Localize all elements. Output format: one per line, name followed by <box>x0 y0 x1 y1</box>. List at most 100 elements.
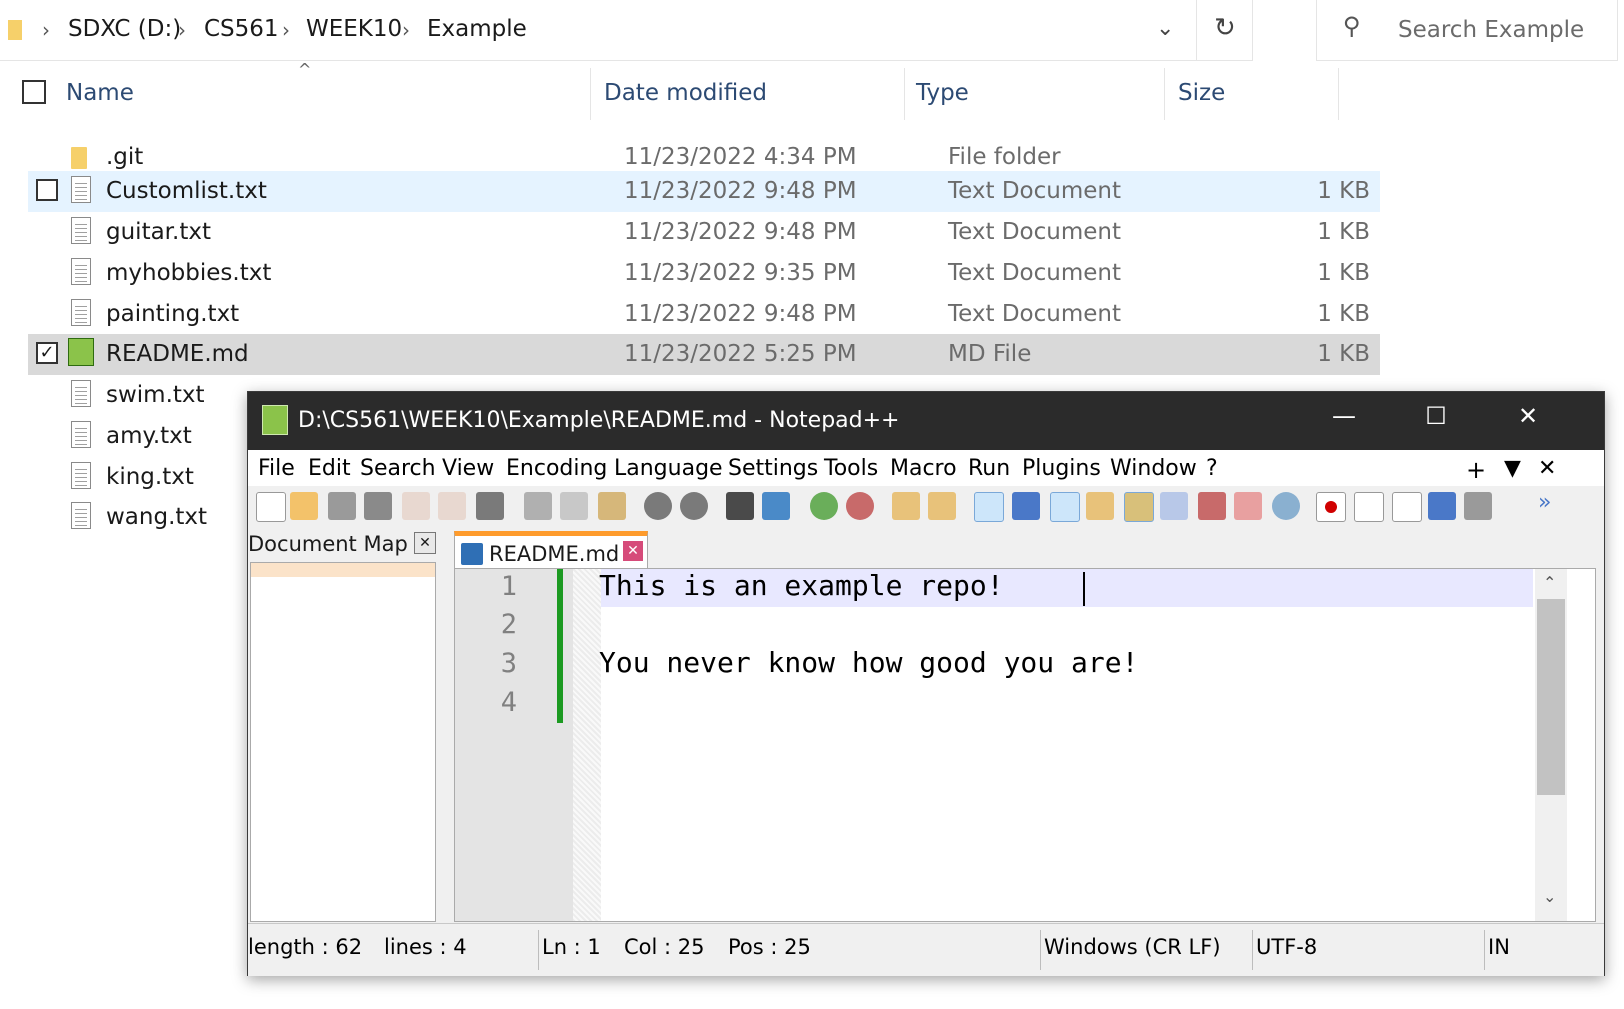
row-checkbox[interactable] <box>36 179 58 201</box>
folder-workspace-icon[interactable] <box>1234 492 1262 520</box>
menu-edit[interactable]: Edit <box>308 456 351 481</box>
menu-macro[interactable]: Macro <box>890 456 957 481</box>
chevron-down-icon[interactable]: ⌄ <box>1156 16 1174 41</box>
sync-horizontal-icon[interactable] <box>928 492 956 520</box>
breadcrumb-item[interactable]: SDXC (D:) <box>68 16 181 42</box>
menu-plugins[interactable]: Plugins <box>1022 456 1101 481</box>
file-row[interactable]: painting.txt 11/23/2022 9:48 PM Text Doc… <box>28 294 1380 335</box>
indent-guide-icon[interactable] <box>1050 492 1080 522</box>
file-row-selected[interactable]: ✓ README.md 11/23/2022 5:25 PM MD File 1… <box>28 334 1380 375</box>
menu-window[interactable]: Window <box>1110 456 1197 481</box>
tab-readme[interactable]: README.md ✕ <box>454 531 648 569</box>
undo-icon[interactable] <box>644 492 672 520</box>
cut-icon[interactable] <box>524 492 552 520</box>
file-row[interactable]: swim.txt <box>28 375 243 416</box>
select-all-checkbox[interactable] <box>22 80 46 104</box>
menu-language[interactable]: Language <box>614 456 723 481</box>
paste-icon[interactable] <box>598 492 626 520</box>
breadcrumb-item[interactable]: Example <box>427 16 527 42</box>
breadcrumb-item[interactable]: WEEK10 <box>306 16 402 42</box>
minimize-button[interactable]: — <box>1314 402 1374 430</box>
status-line: Ln : 1 <box>542 935 601 959</box>
menu-help[interactable]: ? <box>1206 456 1218 481</box>
save-macro-icon[interactable] <box>1464 492 1492 520</box>
menu-tools[interactable]: Tools <box>824 456 878 481</box>
word-wrap-icon[interactable] <box>974 492 1004 522</box>
play-macro-icon[interactable] <box>1392 492 1422 522</box>
document-map-preview[interactable] <box>250 562 436 922</box>
document-list-icon[interactable] <box>1160 492 1188 520</box>
file-row[interactable]: myhobbies.txt 11/23/2022 9:35 PM Text Do… <box>28 253 1380 294</box>
copy-icon[interactable] <box>560 492 588 520</box>
file-type: MD File <box>948 341 1032 367</box>
file-row[interactable]: amy.txt <box>28 416 243 457</box>
editor-area[interactable]: 1 2 3 4 This is an example repo! You nev… <box>454 568 1596 922</box>
file-name: README.md <box>106 341 249 367</box>
menu-search[interactable]: Search <box>360 456 436 481</box>
line-number: 1 <box>500 571 517 602</box>
file-name: swim.txt <box>106 382 205 408</box>
replace-icon[interactable] <box>762 492 790 520</box>
text-file-icon <box>71 502 91 529</box>
column-header-type[interactable]: Type <box>916 80 969 106</box>
close-file-icon[interactable] <box>402 492 430 520</box>
file-row[interactable]: Customlist.txt 11/23/2022 9:48 PM Text D… <box>28 171 1380 212</box>
tab-list-down-icon[interactable]: ▼ <box>1504 456 1521 481</box>
print-icon[interactable] <box>476 492 504 520</box>
column-header-size[interactable]: Size <box>1178 80 1225 106</box>
toolbar: » <box>248 486 1604 528</box>
record-macro-icon[interactable] <box>1316 492 1346 522</box>
menu-settings[interactable]: Settings <box>728 456 818 481</box>
file-row[interactable]: king.txt <box>28 457 243 498</box>
document-map-icon[interactable] <box>1124 492 1154 522</box>
close-all-icon[interactable] <box>438 492 466 520</box>
notepadpp-file-icon <box>68 338 94 366</box>
sync-vertical-icon[interactable] <box>892 492 920 520</box>
close-doc-icon[interactable]: ✕ <box>1538 456 1556 481</box>
show-all-chars-icon[interactable] <box>1012 492 1040 520</box>
toolbar-overflow-icon[interactable]: » <box>1538 490 1551 515</box>
run-macro-multiple-icon[interactable] <box>1428 492 1456 520</box>
open-file-icon[interactable] <box>290 492 318 520</box>
new-tab-plus-icon[interactable]: + <box>1466 456 1486 484</box>
status-eol[interactable]: Windows (CR LF) <box>1044 935 1221 959</box>
status-encoding[interactable]: UTF-8 <box>1256 935 1317 959</box>
scrollbar-thumb[interactable] <box>1537 599 1565 795</box>
zoom-in-icon[interactable] <box>810 492 838 520</box>
find-icon[interactable] <box>726 492 754 520</box>
column-header-date[interactable]: Date modified <box>604 80 767 106</box>
new-file-icon[interactable] <box>256 492 286 522</box>
redo-icon[interactable] <box>680 492 708 520</box>
monitoring-eye-icon[interactable] <box>1272 492 1300 520</box>
fold-margin[interactable] <box>527 569 573 921</box>
document-map-close-icon[interactable]: ✕ <box>414 532 436 554</box>
menu-view[interactable]: View <box>442 456 494 481</box>
column-header-name[interactable]: Name <box>66 80 134 106</box>
address-bar[interactable]: › SDXC (D:) › CS561 › WEEK10 › Example ⌄… <box>0 0 1253 61</box>
stop-macro-icon[interactable] <box>1354 492 1384 522</box>
file-row[interactable]: guitar.txt 11/23/2022 9:48 PM Text Docum… <box>28 212 1380 253</box>
search-input[interactable]: Search Example <box>1398 17 1584 43</box>
file-row[interactable]: wang.txt <box>28 497 243 538</box>
save-all-icon[interactable] <box>364 492 392 520</box>
scroll-up-icon[interactable]: ⌃ <box>1543 573 1556 592</box>
title-bar[interactable]: D:\CS561\WEEK10\Example\README.md - Note… <box>248 392 1604 450</box>
tab-close-icon[interactable]: ✕ <box>623 541 643 561</box>
close-button[interactable]: ✕ <box>1498 402 1558 430</box>
change-history-bar <box>557 569 563 723</box>
menu-encoding[interactable]: Encoding <box>506 456 607 481</box>
scroll-down-icon[interactable]: ⌄ <box>1543 887 1556 906</box>
menu-run[interactable]: Run <box>968 456 1010 481</box>
zoom-out-icon[interactable] <box>846 492 874 520</box>
vertical-scrollbar[interactable]: ⌃ ⌄ <box>1535 569 1567 921</box>
status-insert-mode[interactable]: IN <box>1488 935 1510 959</box>
menu-file[interactable]: File <box>258 456 295 481</box>
user-language-icon[interactable] <box>1086 492 1114 520</box>
save-icon[interactable] <box>328 492 356 520</box>
row-checkbox-checked[interactable]: ✓ <box>36 342 58 364</box>
maximize-button[interactable]: ☐ <box>1406 402 1466 430</box>
refresh-icon[interactable]: ↻ <box>1214 13 1236 43</box>
breadcrumb-item[interactable]: CS561 <box>204 16 279 42</box>
function-list-icon[interactable] <box>1198 492 1226 520</box>
document-map-viewport[interactable] <box>251 563 435 577</box>
